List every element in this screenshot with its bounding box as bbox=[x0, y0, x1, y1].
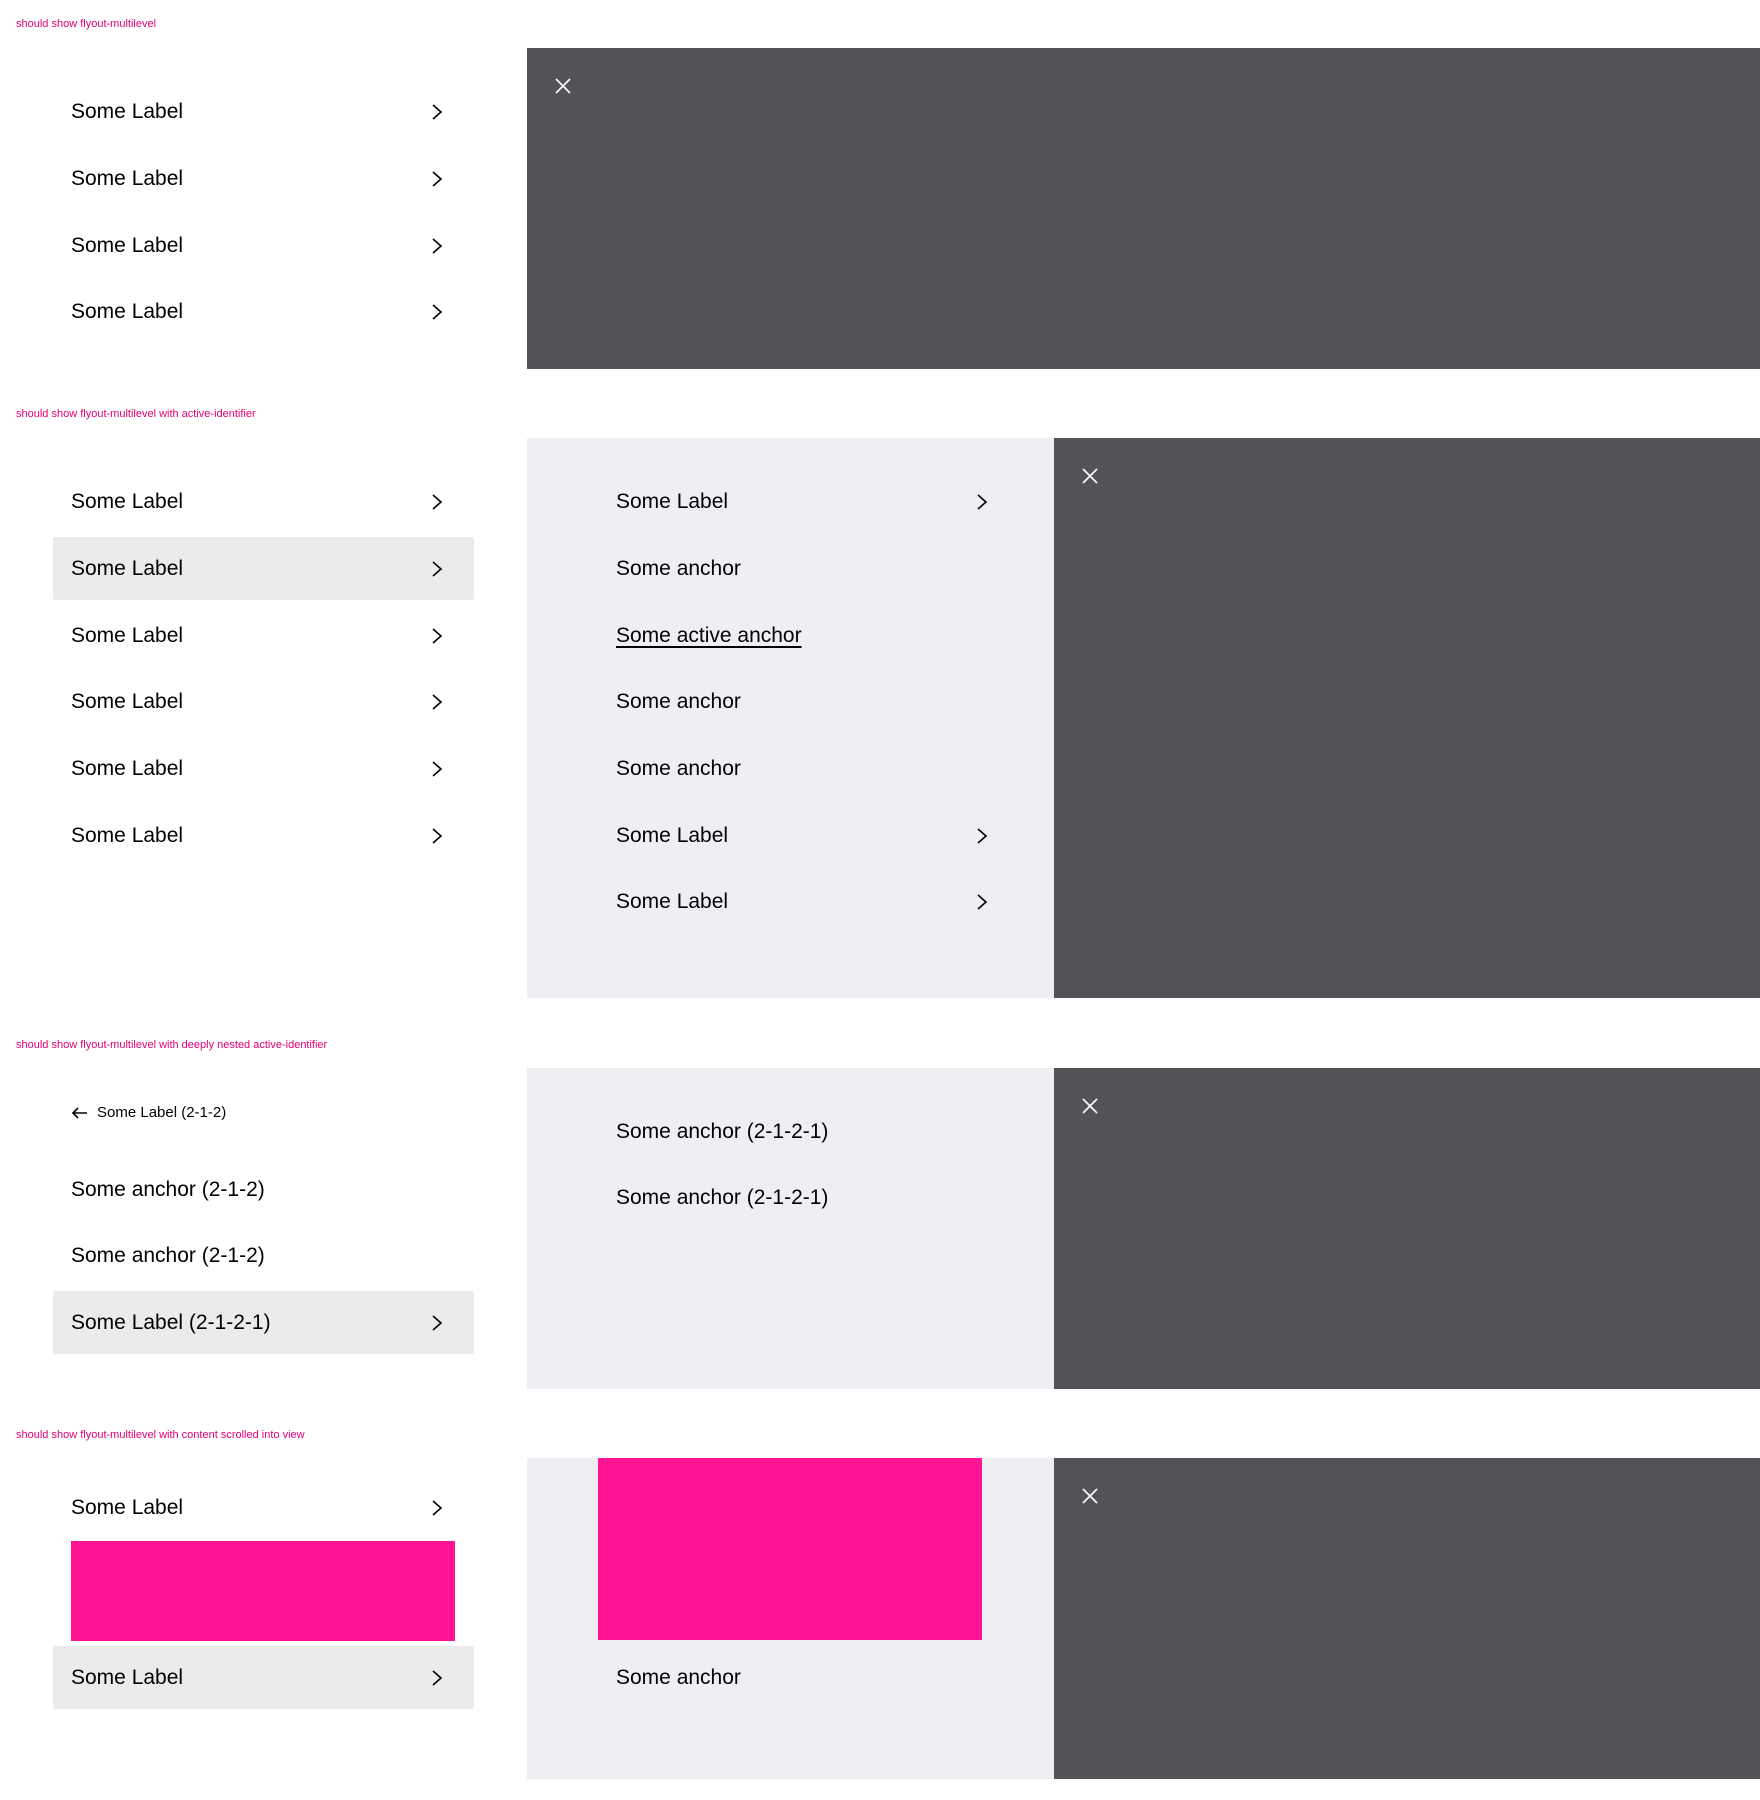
flyout-level-2: Some anchor bbox=[527, 1458, 1054, 1779]
flyout-anchor[interactable]: Some anchor bbox=[598, 537, 1019, 600]
item-label: Some Label bbox=[71, 1665, 184, 1689]
chevron-right-icon bbox=[432, 627, 443, 644]
chevron-right-icon bbox=[432, 303, 443, 320]
chevron-right-icon bbox=[432, 237, 443, 254]
flyout-level-1: Some Label (2-1-2) Some anchor (2-1-2) S… bbox=[0, 1068, 527, 1389]
flyout-level-1: Some Label Some Label Some Label Some La… bbox=[0, 438, 527, 998]
close-icon bbox=[1082, 1488, 1098, 1504]
flyout-level-2: Some anchor (2-1-2-1) Some anchor (2-1-2… bbox=[527, 1068, 1054, 1389]
flyout-backdrop[interactable] bbox=[1054, 1068, 1760, 1389]
item-label: Some Label bbox=[71, 489, 184, 513]
anchor-label: Some anchor bbox=[616, 689, 741, 713]
flyout-item[interactable]: Some Label bbox=[598, 870, 1019, 933]
content-slot bbox=[71, 1541, 455, 1641]
flyout-item-active[interactable]: Some Label bbox=[53, 537, 474, 600]
flyout-anchor[interactable]: Some anchor bbox=[598, 1646, 1019, 1709]
chevron-right-icon bbox=[432, 693, 443, 710]
close-icon bbox=[1082, 468, 1098, 484]
flyout-item[interactable]: Some Label bbox=[53, 280, 474, 343]
close-button[interactable] bbox=[1078, 1484, 1102, 1508]
flyout-anchor[interactable]: Some anchor (2-1-2-1) bbox=[598, 1166, 1019, 1229]
item-label: Some Label bbox=[71, 99, 184, 123]
item-label: Some Label bbox=[616, 823, 729, 847]
chevron-right-icon bbox=[432, 493, 443, 510]
flyout-item-active[interactable]: Some Label bbox=[53, 1646, 474, 1709]
chevron-right-icon bbox=[432, 1669, 443, 1686]
item-label: Some Label bbox=[71, 689, 184, 713]
item-label: Some Label bbox=[71, 1495, 184, 1519]
chevron-right-icon bbox=[432, 103, 443, 120]
flyout-item[interactable]: Some Label bbox=[53, 670, 474, 733]
flyout-item-active[interactable]: Some Label (2-1-2-1) bbox=[53, 1291, 474, 1354]
flyout-anchor[interactable]: Some anchor bbox=[598, 670, 1019, 733]
flyout-anchor[interactable]: Some anchor (2-1-2-1) bbox=[598, 1100, 1019, 1163]
anchor-label: Some active anchor bbox=[616, 623, 802, 647]
flyout-level-1: Some Label Some Label bbox=[0, 1458, 527, 1779]
item-label: Some Label (2-1-2-1) bbox=[71, 1310, 271, 1334]
chevron-right-icon bbox=[977, 893, 988, 910]
flyout-item[interactable]: Some Label bbox=[53, 804, 474, 867]
anchor-label: Some anchor bbox=[616, 556, 741, 580]
flyout-item[interactable]: Some Label bbox=[53, 737, 474, 800]
flyout-level-2: Some Label Some anchor Some active ancho… bbox=[527, 438, 1054, 998]
flyout-item[interactable]: Some Label bbox=[53, 1476, 474, 1539]
example-title: should show flyout-multilevel with activ… bbox=[16, 408, 256, 420]
item-label: Some Label bbox=[71, 166, 184, 190]
item-label: Some Label bbox=[71, 623, 184, 647]
back-label: Some Label (2-1-2) bbox=[97, 1104, 227, 1121]
chevron-right-icon bbox=[432, 760, 443, 777]
chevron-right-icon bbox=[977, 827, 988, 844]
flyout-level-1: Some Label Some Label Some Label Some La… bbox=[0, 48, 527, 369]
item-label: Some Label bbox=[616, 489, 729, 513]
flyout-anchor[interactable]: Some anchor (2-1-2) bbox=[53, 1224, 474, 1287]
flyout-backdrop[interactable] bbox=[1054, 438, 1760, 998]
item-label: Some Label bbox=[71, 556, 184, 580]
chevron-right-icon bbox=[977, 493, 988, 510]
close-button[interactable] bbox=[551, 74, 575, 98]
chevron-right-icon bbox=[432, 827, 443, 844]
close-icon bbox=[1082, 1098, 1098, 1114]
back-button[interactable]: Some Label (2-1-2) bbox=[71, 1104, 226, 1121]
close-button[interactable] bbox=[1078, 464, 1102, 488]
flyout-anchor-active[interactable]: Some active anchor bbox=[598, 604, 1019, 667]
flyout-item[interactable]: Some Label bbox=[53, 80, 474, 143]
item-label: Some Label bbox=[71, 233, 184, 257]
flyout-backdrop[interactable] bbox=[527, 48, 1760, 369]
close-icon bbox=[555, 78, 571, 94]
anchor-label: Some anchor (2-1-2-1) bbox=[616, 1185, 829, 1209]
arrow-left-icon bbox=[71, 1106, 87, 1119]
flyout-item[interactable]: Some Label bbox=[598, 470, 1019, 533]
chevron-right-icon bbox=[432, 1314, 443, 1331]
flyout-anchor[interactable]: Some anchor (2-1-2) bbox=[53, 1158, 474, 1221]
chevron-right-icon bbox=[432, 1499, 443, 1516]
item-label: Some Label bbox=[71, 756, 184, 780]
example-title: should show flyout-multilevel with conte… bbox=[16, 1429, 305, 1441]
chevron-right-icon bbox=[432, 170, 443, 187]
anchor-label: Some anchor (2-1-2) bbox=[71, 1243, 265, 1267]
flyout-item[interactable]: Some Label bbox=[53, 214, 474, 277]
flyout-item[interactable]: Some Label bbox=[598, 804, 1019, 867]
anchor-label: Some anchor (2-1-2) bbox=[71, 1177, 265, 1201]
item-label: Some Label bbox=[71, 299, 184, 323]
content-slot bbox=[598, 1458, 982, 1640]
item-label: Some Label bbox=[71, 823, 184, 847]
flyout-item[interactable]: Some Label bbox=[53, 604, 474, 667]
flyout-backdrop[interactable] bbox=[1054, 1458, 1760, 1779]
example-title: should show flyout-multilevel with deepl… bbox=[16, 1039, 328, 1051]
close-button[interactable] bbox=[1078, 1094, 1102, 1118]
chevron-right-icon bbox=[432, 560, 443, 577]
item-label: Some Label bbox=[616, 889, 729, 913]
example-title: should show flyout-multilevel bbox=[16, 18, 157, 30]
anchor-label: Some anchor bbox=[616, 756, 741, 780]
flyout-item[interactable]: Some Label bbox=[53, 470, 474, 533]
flyout-item[interactable]: Some Label bbox=[53, 147, 474, 210]
anchor-label: Some anchor (2-1-2-1) bbox=[616, 1119, 829, 1143]
anchor-label: Some anchor bbox=[616, 1665, 741, 1689]
flyout-anchor[interactable]: Some anchor bbox=[598, 737, 1019, 800]
